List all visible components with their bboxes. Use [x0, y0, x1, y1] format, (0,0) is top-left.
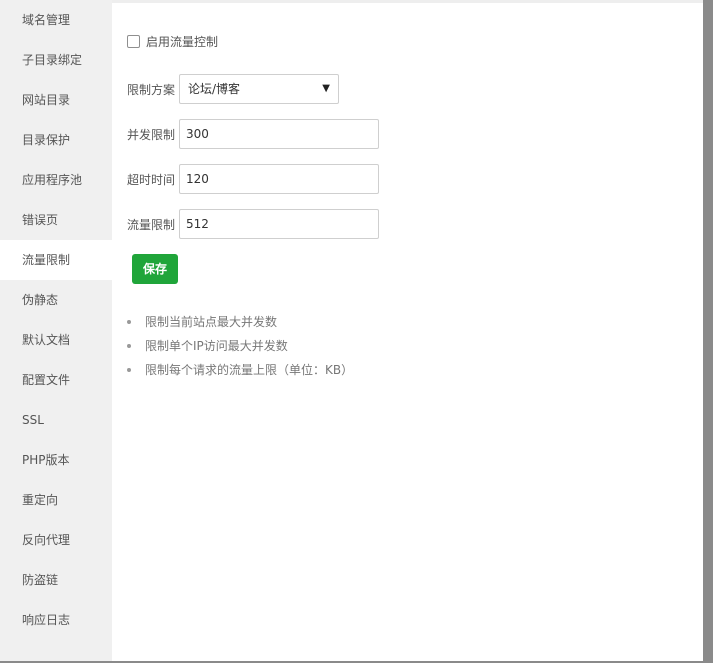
traffic-limit-panel: 启用流量控制 限制方案 论坛/博客 ▼ 并发限制 300 超时时间 120 流量…: [112, 0, 703, 661]
enable-traffic-control-row[interactable]: 启用流量控制: [127, 33, 218, 49]
timeout-input[interactable]: 120: [179, 164, 379, 194]
sidebar-item-reverse-proxy[interactable]: 反向代理: [0, 520, 112, 560]
help-tips-list: 限制当前站点最大并发数 限制单个IP访问最大并发数 限制每个请求的流量上限（单位…: [126, 310, 353, 382]
site-settings-dialog: 域名管理 子目录绑定 网站目录 目录保护 应用程序池 错误页 流量限制 伪静态 …: [0, 0, 703, 661]
sidebar-item-config-file[interactable]: 配置文件: [0, 360, 112, 400]
enable-traffic-control-checkbox[interactable]: [127, 34, 140, 48]
sidebar-item-rewrite[interactable]: 伪静态: [0, 280, 112, 320]
bullet-icon: [127, 344, 131, 348]
sidebar-item-ssl[interactable]: SSL: [0, 400, 112, 440]
sidebar-item-redirect[interactable]: 重定向: [0, 480, 112, 520]
list-item: 限制每个请求的流量上限（单位：KB）: [126, 358, 353, 382]
sidebar-item-error-page[interactable]: 错误页: [0, 200, 112, 240]
sidebar-item-subdirectory-binding[interactable]: 子目录绑定: [0, 40, 112, 80]
settings-sidebar: 域名管理 子目录绑定 网站目录 目录保护 应用程序池 错误页 流量限制 伪静态 …: [0, 0, 112, 661]
sidebar-item-traffic-limit[interactable]: 流量限制: [0, 240, 112, 280]
timeout-label: 超时时间: [127, 172, 176, 187]
traffic-limit-input[interactable]: 512: [179, 209, 379, 239]
sidebar-item-app-pool[interactable]: 应用程序池: [0, 160, 112, 200]
sidebar-item-domain-management[interactable]: 域名管理: [0, 0, 112, 40]
sidebar-item-directory-protection[interactable]: 目录保护: [0, 120, 112, 160]
tip-text: 限制单个IP访问最大并发数: [145, 339, 288, 353]
traffic-limit-row: 流量限制 512: [127, 209, 379, 239]
concurrent-limit-label: 并发限制: [127, 127, 176, 142]
sidebar-item-default-document[interactable]: 默认文档: [0, 320, 112, 360]
bullet-icon: [127, 368, 131, 372]
list-item: 限制单个IP访问最大并发数: [126, 334, 353, 358]
sidebar-item-php-version[interactable]: PHP版本: [0, 440, 112, 480]
list-item: 限制当前站点最大并发数: [126, 310, 353, 334]
bullet-icon: [127, 320, 131, 324]
top-divider: [112, 0, 703, 3]
scheme-select-value: 论坛/博客: [188, 82, 241, 96]
sidebar-item-hotlink-protection[interactable]: 防盗链: [0, 560, 112, 600]
save-button[interactable]: 保存: [132, 254, 178, 284]
caret-down-icon: ▼: [322, 83, 330, 94]
timeout-row: 超时时间 120: [127, 164, 379, 194]
traffic-limit-label: 流量限制: [127, 217, 176, 232]
scheme-label: 限制方案: [127, 82, 176, 97]
enable-traffic-control-label: 启用流量控制: [146, 34, 219, 49]
scheme-select[interactable]: 论坛/博客 ▼: [179, 74, 339, 104]
scheme-row: 限制方案 论坛/博客 ▼: [127, 74, 339, 104]
sidebar-item-site-directory[interactable]: 网站目录: [0, 80, 112, 120]
concurrent-limit-row: 并发限制 300: [127, 119, 379, 149]
concurrent-limit-input[interactable]: 300: [179, 119, 379, 149]
sidebar-item-response-log[interactable]: 响应日志: [0, 600, 112, 640]
tip-text: 限制当前站点最大并发数: [145, 315, 278, 329]
tip-text: 限制每个请求的流量上限（单位：KB）: [145, 363, 354, 377]
